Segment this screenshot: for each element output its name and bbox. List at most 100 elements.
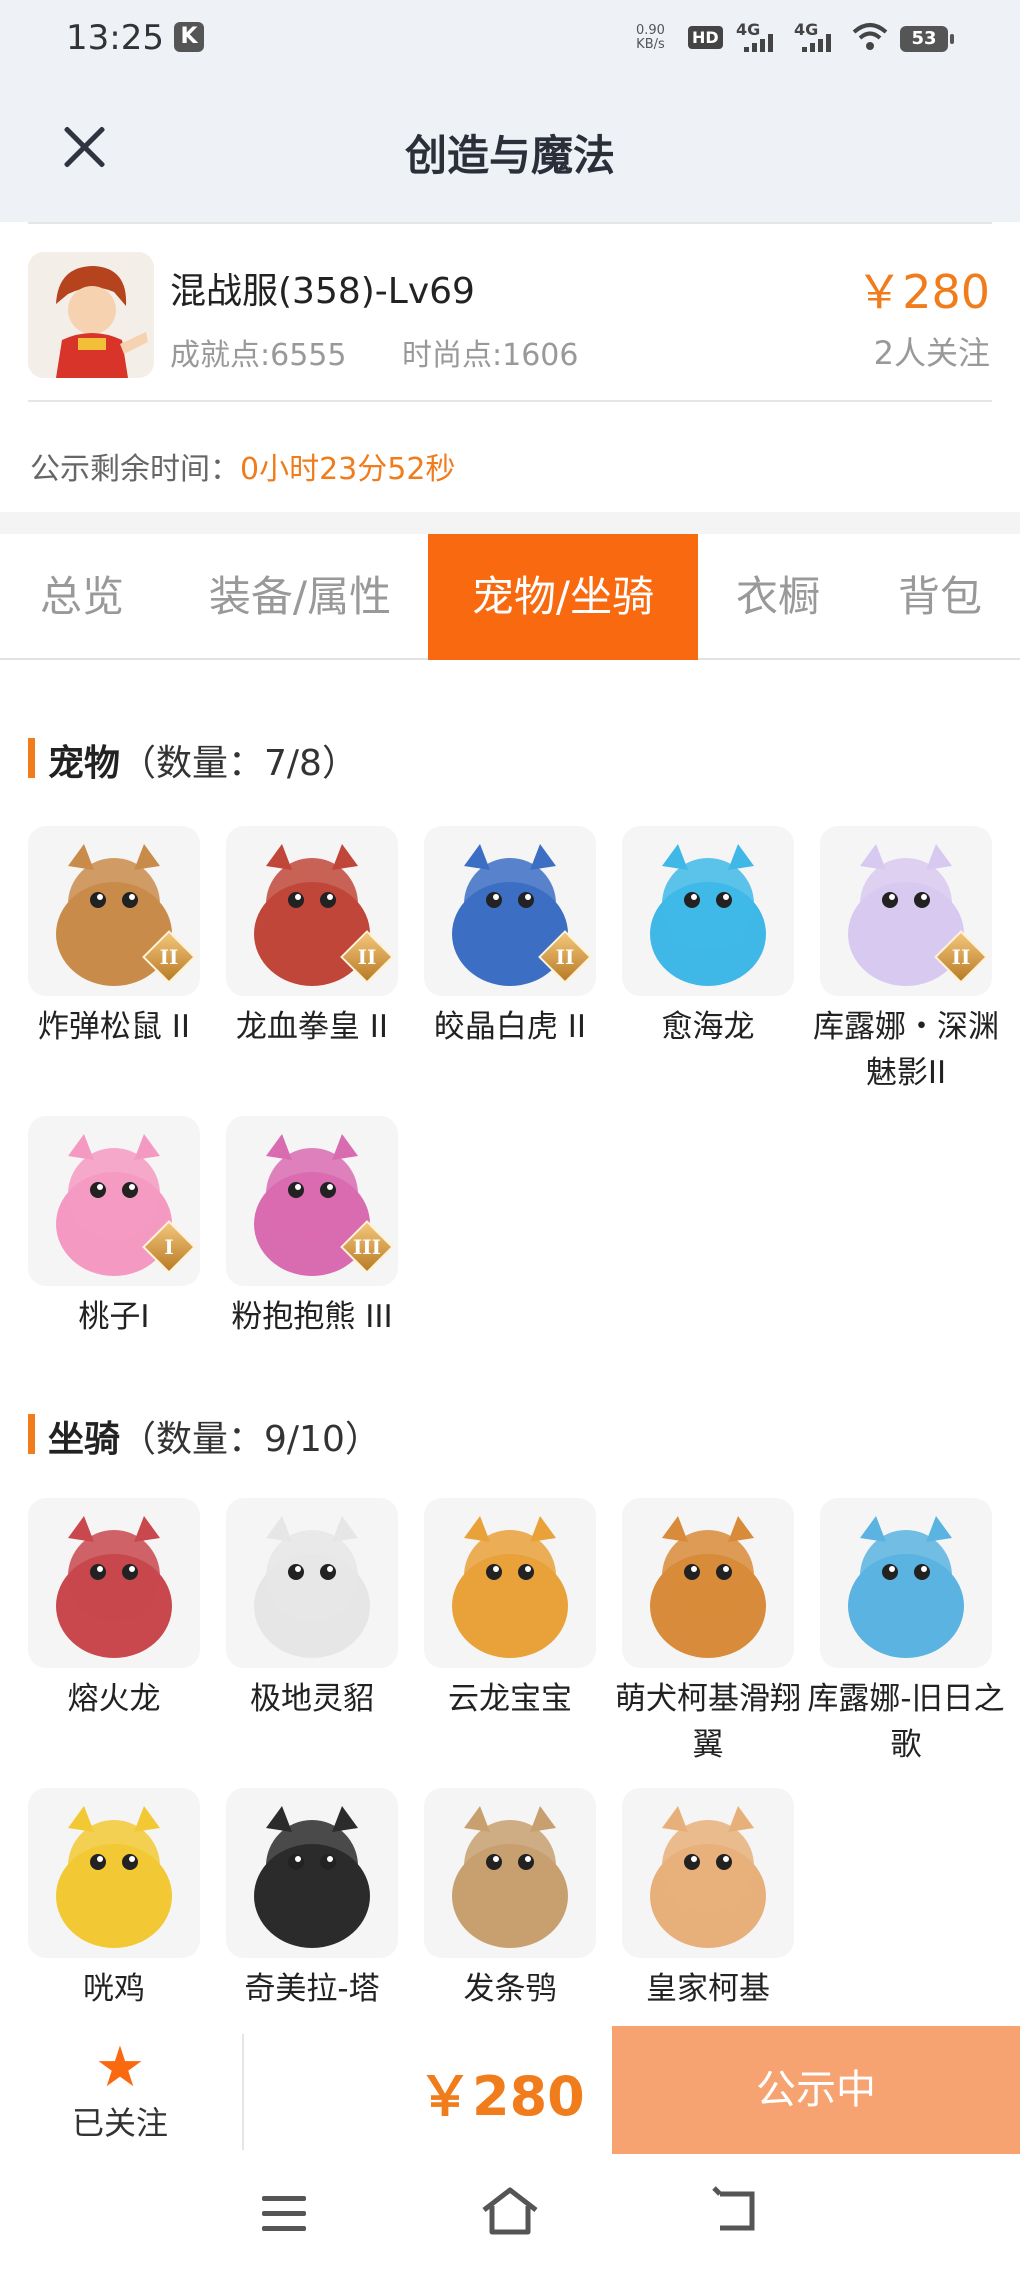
wifi-icon xyxy=(852,23,888,50)
mount-name: 库露娜-旧日之歌 xyxy=(807,1681,1005,1763)
status-button[interactable]: 公示中 xyxy=(612,2026,1020,2154)
pet-image: III xyxy=(226,1116,398,1286)
app-notification-icon: K xyxy=(174,22,204,52)
mounts-section-title: 坐骑（数量：9/10） xyxy=(28,1410,381,1462)
tab-overview[interactable]: 总览 xyxy=(14,534,150,660)
page-title: 创造与魔法 xyxy=(404,131,615,180)
pet-name: 皎晶白虎 II xyxy=(433,1009,587,1045)
pets-title: 宠物 xyxy=(48,743,121,784)
mount-name: 熔火龙 xyxy=(67,1681,161,1717)
tab-pets-mounts[interactable]: 宠物/坐骑 xyxy=(428,534,698,660)
grade-badge-label: II xyxy=(951,945,971,969)
pet-name: 库露娜・深渊魅影II xyxy=(813,1009,999,1091)
mount-image xyxy=(622,1788,794,1958)
status-bar: 13:25 K 0.90 KB/s HD 4G 4G 53 xyxy=(0,0,1020,80)
pet-card[interactable]: II 库露娜・深渊魅影II xyxy=(813,826,999,1096)
follower-count: 2人关注 xyxy=(873,334,990,372)
mount-name: 咣鸡 xyxy=(83,1971,145,2007)
pet-image: II xyxy=(28,826,200,996)
pet-name: 龙血拳皇 II xyxy=(235,1009,389,1045)
product-price: ￥280 xyxy=(856,265,990,319)
mount-card[interactable]: 云龙宝宝 xyxy=(424,1498,596,1722)
menu-icon[interactable] xyxy=(262,2196,306,2232)
mount-card[interactable]: 熔火龙 xyxy=(28,1498,200,1722)
mounts-title: 坐骑 xyxy=(48,1419,121,1460)
mount-image xyxy=(226,1498,398,1668)
grade-badge-label: II xyxy=(159,945,179,969)
signal-2-icon xyxy=(802,34,832,52)
mount-name: 云龙宝宝 xyxy=(448,1681,572,1717)
tab-equipment[interactable]: 装备/属性 xyxy=(180,534,420,660)
pets-count: （数量：7/8） xyxy=(120,743,358,784)
grade-badge-label: I xyxy=(164,1235,174,1259)
pet-image: I xyxy=(28,1116,200,1286)
grade-badge-label: III xyxy=(352,1235,382,1259)
star-icon: ★ xyxy=(94,2035,146,2100)
mount-name: 皇家柯基 xyxy=(646,1971,770,2007)
divider xyxy=(28,222,992,224)
battery-icon: 53 xyxy=(900,26,954,52)
notice-label: 公示剩余时间： xyxy=(30,452,240,487)
pet-card[interactable]: 愈海龙 xyxy=(622,826,794,1050)
tab-wardrobe[interactable]: 衣橱 xyxy=(718,534,838,660)
pet-card[interactable]: I 桃子I xyxy=(28,1116,200,1340)
signal-1-icon xyxy=(744,34,774,52)
tab-backpack[interactable]: 背包 xyxy=(876,534,1004,660)
bottom-price: ￥280 xyxy=(418,2065,585,2128)
follow-label: 已关注 xyxy=(71,2104,168,2142)
mount-image xyxy=(28,1498,200,1668)
home-icon[interactable] xyxy=(480,2186,540,2236)
pet-image: II xyxy=(424,826,596,996)
notice-time: 0小时23分52秒 xyxy=(240,452,456,487)
mount-name: 极地灵貂 xyxy=(250,1681,374,1717)
hd-icon: HD xyxy=(688,26,723,49)
character-avatar xyxy=(28,252,154,378)
mount-image xyxy=(424,1788,596,1958)
pet-image xyxy=(622,826,794,996)
mount-name: 发条鸮 xyxy=(463,1971,557,2007)
tab-bar: 总览 装备/属性 宠物/坐骑 衣橱 背包 xyxy=(0,534,1020,660)
top-area: 13:25 K 0.90 KB/s HD 4G 4G 53 创造与魔法 xyxy=(0,0,1020,222)
pet-card[interactable]: II 龙血拳皇 II xyxy=(226,826,398,1050)
mount-image xyxy=(226,1788,398,1958)
pet-image: II xyxy=(820,826,992,996)
divider xyxy=(242,2034,244,2150)
notice-remaining-time: 公示剩余时间：0小时23分52秒 xyxy=(30,444,455,488)
mount-image xyxy=(820,1498,992,1668)
net-speed-value: 0.90 xyxy=(636,23,665,38)
net-speed-unit: KB/s xyxy=(636,37,665,52)
bottom-action-bar: ★ 已关注 ￥280 公示中 xyxy=(0,2026,1020,2156)
product-card: 混战服(358)-Lv69 成就点:6555 时尚点:1606 ￥280 2人关… xyxy=(0,222,1020,512)
grade-badge-label: II xyxy=(357,945,377,969)
achievement-points: 成就点:6555 xyxy=(170,338,347,373)
status-time: 13:25 xyxy=(66,18,164,58)
net-speed: 0.90 KB/s xyxy=(636,24,665,52)
mount-card[interactable]: 咣鸡 xyxy=(28,1788,200,2012)
mount-image xyxy=(622,1498,794,1668)
mount-card[interactable]: 库露娜-旧日之歌 xyxy=(807,1498,1005,1768)
pet-card[interactable]: II 皎晶白虎 II xyxy=(424,826,596,1050)
follow-button[interactable]: ★ 已关注 xyxy=(60,2038,180,2148)
pet-name: 粉抱抱熊 III xyxy=(231,1299,393,1335)
mount-card[interactable]: 发条鸮 xyxy=(424,1788,596,2012)
mount-card[interactable]: 奇美拉-塔 xyxy=(226,1788,398,2012)
pet-name: 愈海龙 xyxy=(661,1009,755,1045)
mounts-count: （数量：9/10） xyxy=(120,1419,381,1460)
mount-card[interactable]: 皇家柯基 xyxy=(622,1788,794,2012)
pet-card[interactable]: III 粉抱抱熊 III xyxy=(226,1116,398,1340)
pet-image: II xyxy=(226,826,398,996)
pet-card[interactable]: II 炸弹松鼠 II xyxy=(28,826,200,1050)
mount-name: 萌犬柯基滑翔翼 xyxy=(615,1681,801,1763)
server-level: 混战服(358)-Lv69 xyxy=(170,271,475,312)
divider xyxy=(28,400,992,402)
mount-card[interactable]: 极地灵貂 xyxy=(226,1498,398,1722)
pet-name: 炸弹松鼠 II xyxy=(37,1009,191,1045)
pet-name: 桃子I xyxy=(78,1299,150,1335)
pets-section-title: 宠物（数量：7/8） xyxy=(28,734,358,786)
mount-name: 奇美拉-塔 xyxy=(244,1971,380,2007)
mount-image xyxy=(424,1498,596,1668)
back-icon[interactable] xyxy=(712,2186,762,2236)
mount-image xyxy=(28,1788,200,1958)
system-nav-bar xyxy=(0,2156,1020,2274)
mount-card[interactable]: 萌犬柯基滑翔翼 xyxy=(615,1498,801,1768)
